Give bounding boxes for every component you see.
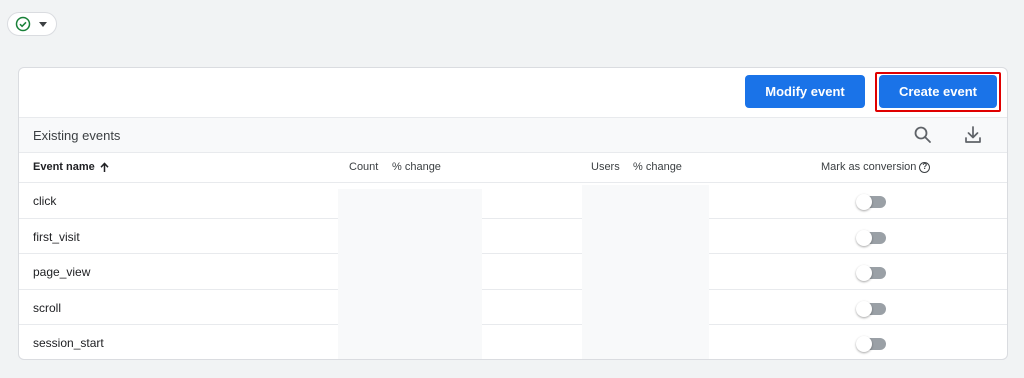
event-name-cell: page_view <box>33 265 91 280</box>
users-column-header: Users <box>591 161 620 173</box>
search-icon <box>914 126 931 143</box>
table-row: scroll <box>19 290 1007 326</box>
mark-as-conversion-label: Mark as conversion <box>821 161 917 173</box>
caret-down-icon <box>39 21 47 27</box>
table-row: click <box>19 183 1007 219</box>
redacted-count-values <box>338 189 482 359</box>
redacted-users-values <box>582 185 709 359</box>
count-change-column-header: % change <box>392 161 441 173</box>
search-button[interactable] <box>912 124 934 146</box>
status-chip[interactable] <box>7 12 57 36</box>
modify-event-button[interactable]: Modify event <box>745 75 865 108</box>
events-subheader: Existing events <box>19 117 1007 153</box>
arrow-up-icon <box>100 161 109 172</box>
table-row: first_visit <box>19 219 1007 255</box>
section-title: Existing events <box>33 128 121 143</box>
toggle-knob <box>856 194 872 210</box>
event-name-cell: first_visit <box>33 229 80 244</box>
mark-as-conversion-toggle[interactable] <box>856 300 888 317</box>
count-column-header: Count <box>349 161 379 173</box>
toggle-knob <box>856 229 872 246</box>
events-card: Modify event Create event Existing event… <box>18 67 1008 360</box>
toggle-knob <box>856 300 872 317</box>
table-row: page_view <box>19 254 1007 290</box>
create-event-button[interactable]: Create event <box>879 75 997 108</box>
event-name-cell: click <box>33 194 57 208</box>
check-circle-icon <box>15 16 31 32</box>
table-header: Event name Count % change Users % change… <box>19 153 1007 183</box>
users-change-column-header: % change <box>633 161 682 173</box>
mark-as-conversion-toggle[interactable] <box>856 194 888 210</box>
download-icon <box>965 126 981 143</box>
mark-as-conversion-header: Mark as conversion ? <box>821 161 931 173</box>
event-name-column-label: Event name <box>33 161 95 173</box>
event-name-cell: scroll <box>33 300 62 315</box>
download-button[interactable] <box>962 124 984 146</box>
sort-event-name-header[interactable]: Event name <box>33 161 110 173</box>
table-row: session_start <box>19 325 1007 359</box>
mark-as-conversion-toggle[interactable] <box>856 336 888 353</box>
event-name-cell: session_start <box>33 336 104 351</box>
mark-as-conversion-toggle[interactable] <box>856 229 888 246</box>
mark-as-conversion-toggle[interactable] <box>856 265 888 282</box>
help-icon[interactable]: ? <box>919 161 931 173</box>
